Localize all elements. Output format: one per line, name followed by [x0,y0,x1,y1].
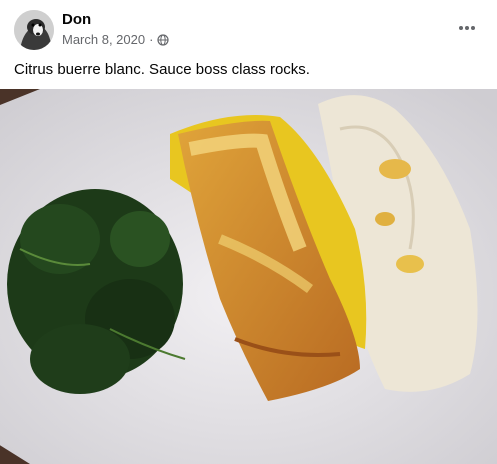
post-photo[interactable] [0,89,497,464]
globe-icon[interactable] [157,33,170,46]
more-horizontal-icon[interactable] [455,16,479,40]
food-photo [0,89,497,464]
author-avatar[interactable] [14,10,54,50]
author-name[interactable]: Don [62,11,91,28]
post-card: Don March 8, 2020 · Citrus buerre blanc.… [0,0,497,464]
post-meta: March 8, 2020 · [62,32,170,47]
avatar-image [14,10,54,50]
meta-separator: · [149,32,154,47]
post-caption: Citrus buerre blanc. Sauce boss class ro… [14,61,310,78]
post-date[interactable]: March 8, 2020 [62,32,145,47]
post-header: Don March 8, 2020 · [0,0,497,58]
